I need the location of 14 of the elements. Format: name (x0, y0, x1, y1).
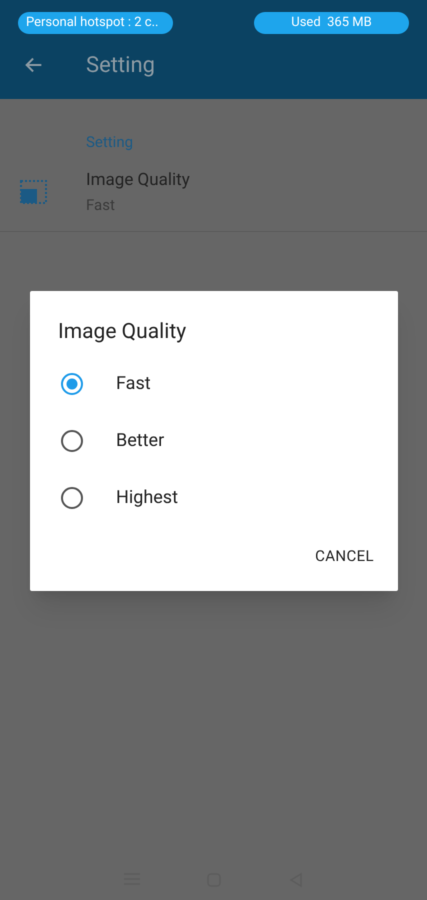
option-label[interactable]: Better (116, 427, 164, 454)
hotspot-badge: Personal hotspot : 2 c.. (18, 12, 173, 34)
radio-button[interactable] (60, 428, 84, 452)
radio-button[interactable] (60, 372, 84, 396)
image-icon (20, 180, 47, 204)
radio-button[interactable] (60, 486, 84, 510)
option-label[interactable]: Fast (116, 370, 151, 397)
setting-title: Image Quality (86, 169, 190, 192)
section-header: Setting (86, 132, 134, 153)
dialog-title: Image Quality (58, 319, 186, 346)
screen-title: Setting (86, 52, 155, 80)
cancel-button[interactable]: CANCEL (313, 538, 376, 573)
data-usage-badge: Used 365 MB (254, 12, 409, 34)
option-label[interactable]: Highest (116, 484, 178, 511)
